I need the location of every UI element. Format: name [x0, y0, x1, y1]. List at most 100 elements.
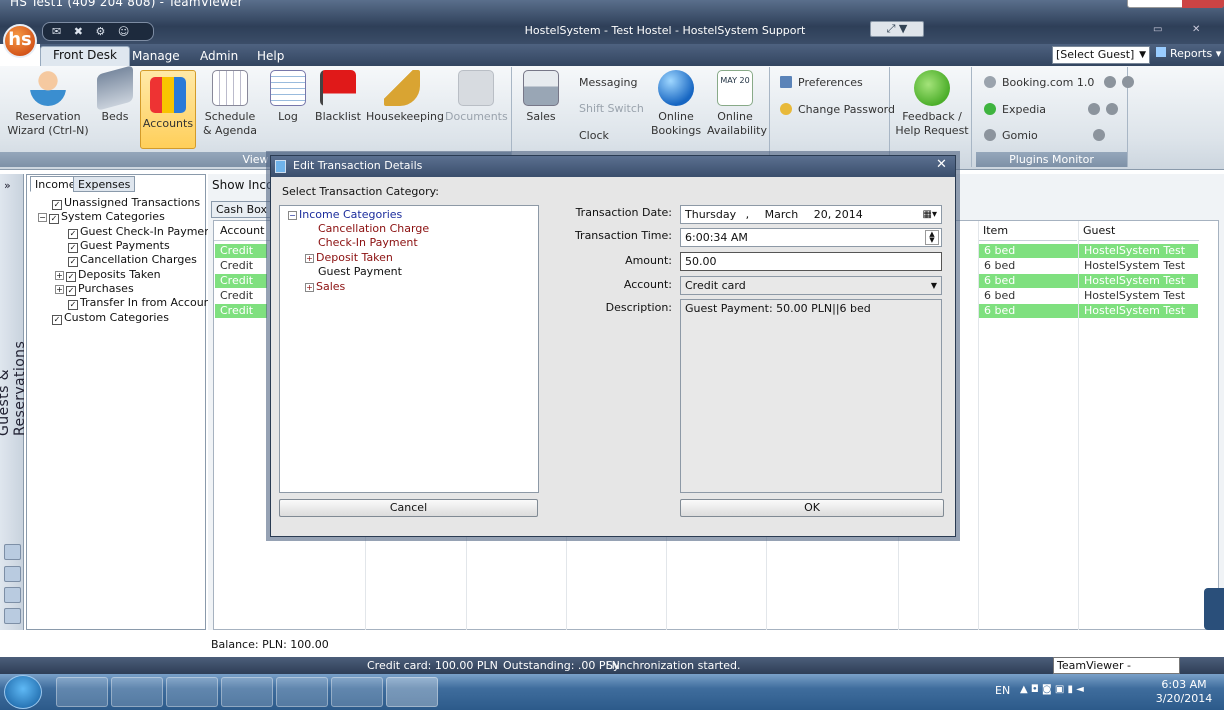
reports-menu[interactable]: Reports ▾	[1156, 47, 1221, 60]
pause-icon[interactable]	[1093, 129, 1106, 141]
preferences-button[interactable]: Preferences	[780, 76, 863, 89]
category-item[interactable]: Cancellation Charge	[318, 222, 429, 235]
date-picker[interactable]: Thursday , March 20, 2014 ▦▾	[680, 205, 942, 224]
plugin-gomio[interactable]: Gomio	[984, 129, 1111, 142]
cell-guest[interactable]: HostelSystem Test	[1079, 274, 1198, 288]
time-input[interactable]: 6:00:34 AM ▲ ▼	[680, 228, 942, 247]
cell-account[interactable]: Credit card	[215, 274, 267, 301]
calendar-dropdown-icon[interactable]: ▦▾	[923, 206, 937, 223]
app-logo[interactable]: hs	[3, 24, 37, 58]
plugin-booking[interactable]: Booking.com 1.0	[984, 76, 1140, 89]
shift-switch-button[interactable]: Shift Switch	[579, 102, 644, 115]
teamviewer-toolbar[interactable]: ✉ ✖ ⚙ ☺	[42, 22, 154, 41]
description-field[interactable]: Guest Payment: 50.00 PLN||6 bed	[680, 299, 942, 493]
beds-button[interactable]: Beds	[92, 65, 138, 124]
system-clock[interactable]: 6:03 AM 3/20/2014	[1150, 678, 1218, 706]
online-availability-button[interactable]: MAY 20 Online Availability	[707, 70, 767, 138]
close-session-icon[interactable]: ✖	[74, 25, 83, 38]
cell-guest[interactable]: HostelSystem Test	[1079, 289, 1198, 303]
tree-item[interactable]: ✓ Cancellation Charges	[68, 253, 197, 267]
pause-icon[interactable]	[1103, 76, 1116, 88]
cell-guest[interactable]: HostelSystem Test	[1079, 304, 1198, 318]
tree-item[interactable]: ✓ Guest Payments	[68, 239, 170, 253]
sales-button[interactable]: Sales	[516, 70, 566, 124]
checkbox[interactable]: ✓	[49, 214, 59, 224]
reservation-wizard-button[interactable]: Reservation Wizard (Ctrl-N)	[6, 70, 90, 138]
close-window-button[interactable]	[1182, 0, 1224, 8]
tab-cash-box[interactable]: Cash Box (E	[211, 201, 271, 231]
tab-front-desk[interactable]: Front Desk	[40, 46, 130, 67]
documents-button[interactable]: Documents	[445, 70, 508, 124]
settings-icon[interactable]: ⚙	[95, 25, 105, 38]
checkbox[interactable]: ✓	[68, 300, 78, 310]
tab-expenses[interactable]: Expenses	[73, 176, 136, 192]
checkbox[interactable]: ✓	[68, 229, 78, 239]
tray-icons[interactable]: ▲ ◘ ◙ ▣ ▮ ◄	[1020, 684, 1084, 695]
tree-item[interactable]: + ✓ Deposits Taken	[55, 268, 161, 282]
expand-icon[interactable]: +	[55, 271, 64, 280]
column-header-item[interactable]: Item	[979, 221, 1077, 241]
column-header-guest[interactable]: Guest	[1079, 221, 1199, 241]
amount-field[interactable]: 50.00	[680, 252, 942, 271]
cell-guest[interactable]: HostelSystem Test	[1079, 259, 1198, 273]
guests-icon[interactable]	[4, 544, 21, 560]
checkbox[interactable]: ✓	[68, 243, 78, 253]
expand-icon[interactable]: +	[305, 283, 314, 292]
tree-item[interactable]: ✓ Custom Categories	[52, 311, 169, 325]
cell-item[interactable]: 6 bed	[979, 244, 1078, 258]
close-icon[interactable]: ✕	[1192, 24, 1208, 36]
tree-item[interactable]: ✓ Transfer In from Account	[68, 296, 215, 310]
stop-icon[interactable]	[1121, 76, 1134, 88]
firefox-icon[interactable]	[276, 677, 328, 707]
tree-item[interactable]: ✓ Unassigned Transactions	[52, 196, 200, 210]
tree-item[interactable]: ✓ Guest Check-In Payments	[68, 225, 221, 239]
blacklist-button[interactable]: Blacklist	[313, 70, 363, 124]
pause-icon[interactable]	[1087, 103, 1100, 115]
search-icon[interactable]	[4, 566, 21, 582]
explorer-icon[interactable]	[56, 677, 108, 707]
tree-item[interactable]: + ✓ Purchases	[55, 282, 134, 296]
ok-button[interactable]: OK	[680, 499, 944, 517]
collapse-icon[interactable]: −	[38, 213, 47, 222]
user-icon[interactable]: ☺	[118, 25, 129, 38]
start-button[interactable]	[4, 675, 42, 709]
category-item[interactable]: + Deposit Taken	[305, 251, 393, 264]
feedback-button[interactable]: Feedback / Help Request	[894, 70, 970, 138]
notepad-app-icon[interactable]	[221, 677, 273, 707]
checkbox[interactable]: ✓	[52, 200, 62, 210]
log-button[interactable]: Log	[266, 70, 310, 124]
collapse-icon[interactable]: −	[288, 211, 297, 220]
tools-icon[interactable]	[4, 587, 21, 603]
cell-account[interactable]: Credit card	[215, 244, 267, 271]
stop-icon[interactable]	[1105, 103, 1118, 115]
cell-guest[interactable]: HostelSystem Test	[1079, 244, 1198, 258]
plugin-expedia[interactable]: Expedia	[984, 103, 1124, 116]
clock-button[interactable]: Clock	[579, 129, 609, 142]
restore-icon[interactable]: ▭	[1153, 24, 1169, 36]
remote-control-box[interactable]: ⤢ ▼	[870, 21, 924, 37]
mail-icon[interactable]: ✉	[52, 25, 61, 38]
checkbox[interactable]: ✓	[52, 315, 62, 325]
accounts-button[interactable]: Accounts	[140, 70, 196, 149]
expand-icon[interactable]: +	[305, 254, 314, 263]
tree-item[interactable]: − ✓ System Categories	[38, 210, 165, 224]
account-select[interactable]: Credit card ▼	[680, 276, 942, 295]
checkbox[interactable]: ✓	[66, 272, 76, 282]
cell-account[interactable]: Credit card	[215, 304, 267, 331]
category-item-selected[interactable]: Guest Payment	[318, 265, 402, 278]
teamviewer-side-panel[interactable]	[1204, 588, 1224, 630]
category-item[interactable]: Check-In Payment	[318, 236, 418, 249]
export-icon[interactable]	[4, 608, 21, 624]
cell-item[interactable]: 6 bed	[979, 304, 1078, 318]
tab-help[interactable]: Help	[245, 48, 296, 66]
cell-item[interactable]: 6 bed	[979, 259, 1078, 273]
category-root[interactable]: − Income Categories	[288, 208, 402, 221]
hostelsystem-app-icon[interactable]	[386, 677, 438, 707]
change-password-button[interactable]: Change Password	[780, 103, 895, 116]
cell-item[interactable]: 6 bed	[979, 274, 1078, 288]
checkbox[interactable]: ✓	[68, 257, 78, 267]
tab-admin[interactable]: Admin	[188, 48, 250, 66]
cell-account[interactable]: Credit card	[215, 289, 267, 316]
cell-item[interactable]: 6 bed	[979, 289, 1078, 303]
guest-select[interactable]: [Select Guest] ▼	[1052, 46, 1150, 64]
